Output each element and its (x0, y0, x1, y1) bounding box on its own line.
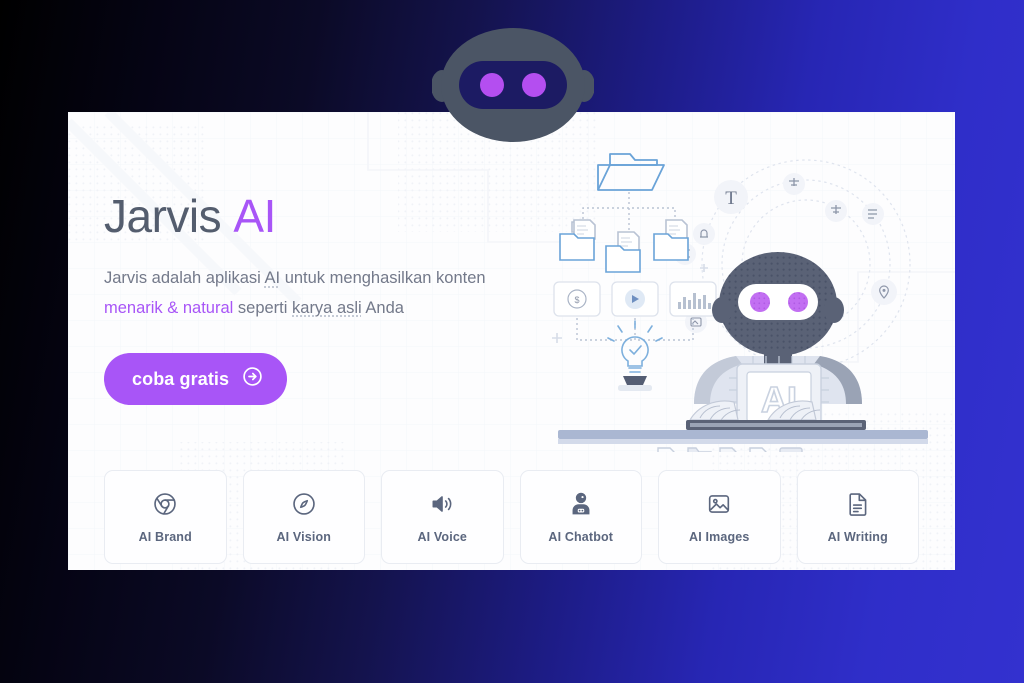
bottom-document-row (657, 447, 803, 471)
tile-play (611, 281, 659, 317)
compass-icon (291, 491, 317, 517)
document-pen-icon (845, 491, 871, 517)
desk-surface (558, 430, 928, 439)
orbit-badge-sliders (783, 173, 805, 195)
arrow-right-circle-icon (242, 366, 263, 392)
subtitle-spell-ai: AI (264, 269, 281, 288)
image-picture-icon (706, 491, 732, 517)
feature-card-label: AI Chatbot (548, 529, 614, 544)
feature-card-label: AI Brand (138, 529, 192, 544)
folder-flow-diagram (597, 153, 665, 191)
orbit-badge-list (862, 203, 884, 225)
page-root: Jarvis AI Jarvis adalah aplikasi AI untu… (0, 0, 1024, 683)
page-title: Jarvis AI (104, 192, 534, 240)
feature-card-ai-chatbot[interactable]: AI Chatbot (519, 470, 642, 564)
headline-primary: Jarvis (104, 190, 222, 242)
feature-card-ai-brand[interactable]: AI Brand (104, 470, 227, 564)
tile-dollar: $ (553, 281, 601, 317)
lightbulb-idea-icon (607, 320, 663, 391)
chrome-browser-icon (152, 491, 178, 517)
subtitle-part-3: seperti (233, 298, 293, 317)
hero-copy: Jarvis AI Jarvis adalah aplikasi AI untu… (104, 192, 534, 406)
headline-accent: AI (233, 190, 276, 242)
svg-text:T: T (725, 188, 737, 209)
feature-card-row: AI Brand AI Vision AI Voice AI Chatbot A… (104, 470, 919, 564)
feature-card-ai-voice[interactable]: AI Voice (381, 470, 504, 564)
feature-card-ai-images[interactable]: AI Images (658, 470, 781, 564)
orbit-badge-location (871, 279, 897, 305)
subtitle-accent: menarik & natural (104, 298, 234, 317)
subtitle-part-4: Anda (361, 298, 404, 317)
tile-chart (669, 281, 717, 317)
feature-card-ai-writing[interactable]: AI Writing (796, 470, 919, 564)
feature-card-label: AI Writing (827, 529, 888, 544)
svg-text:$: $ (574, 295, 579, 305)
robot-head (712, 252, 844, 366)
feature-card-label: AI Images (689, 529, 750, 544)
robot-avatar-icon (568, 491, 594, 517)
feature-card-label: AI Voice (417, 529, 468, 544)
subtitle-part-2: untuk menghasilkan konten (280, 269, 486, 288)
subtitle-part-1: Jarvis adalah aplikasi (104, 269, 265, 288)
orbit-badge-filter (825, 200, 847, 222)
feature-card-label: AI Vision (276, 529, 332, 544)
coba-gratis-button[interactable]: coba gratis (104, 353, 288, 406)
feature-card-ai-vision[interactable]: AI Vision (242, 470, 365, 564)
orbit-badge-bell (693, 223, 715, 245)
speaker-volume-icon (429, 491, 455, 517)
orbit-badge-text: T (714, 180, 748, 214)
ai-robot-workstation-illustration: T $ AI (548, 142, 938, 471)
cta-label: coba gratis (132, 368, 230, 389)
hero-panel: Jarvis AI Jarvis adalah aplikasi AI untu… (68, 112, 955, 570)
subtitle-spell-karya: karya asli (292, 298, 362, 317)
jarvis-robot-logo (431, 28, 595, 143)
hero-subtitle: Jarvis adalah aplikasi AI untuk menghasi… (104, 264, 509, 323)
